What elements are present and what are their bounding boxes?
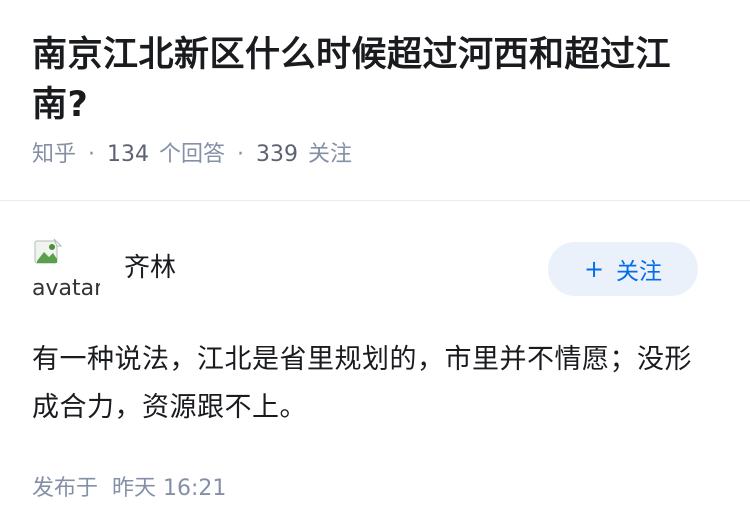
plus-icon: +	[583, 255, 605, 283]
meta-separator: ·	[237, 142, 245, 167]
follow-button-label: 关注	[616, 259, 663, 285]
follower-count: 339	[256, 142, 299, 167]
author-row: avatar 齐林 + 关注	[32, 236, 698, 306]
section-divider	[0, 200, 750, 201]
answer-content[interactable]: 有一种说法，江北是省里规划的，市里并不情愿；没形成合力，资源跟不上。	[32, 336, 698, 432]
meta-separator: ·	[88, 142, 96, 167]
publish-info: 发布于 昨天 16:21	[32, 474, 698, 504]
site-name[interactable]: 知乎	[32, 140, 76, 170]
broken-image-icon	[34, 238, 62, 264]
publish-time: 昨天 16:21	[112, 476, 227, 501]
publish-label: 发布于	[32, 476, 99, 501]
answer-count: 134	[107, 142, 150, 167]
author-name[interactable]: 齐林	[124, 250, 176, 286]
answer-count-label: 个回答	[159, 142, 226, 167]
avatar[interactable]: avatar	[32, 236, 100, 300]
follower-count-label: 关注	[308, 142, 353, 167]
answer-card: avatar 齐林 + 关注 有一种说法，江北是省里规划的，市里并不情愿；没形成…	[32, 236, 698, 504]
question-title[interactable]: 南京江北新区什么时候超过河西和超过江南?	[32, 30, 718, 130]
avatar-alt-text: avatar	[32, 276, 100, 300]
question-header: 南京江北新区什么时候超过河西和超过江南? 知乎 · 134 个回答 · 339 …	[0, 0, 750, 170]
follow-button[interactable]: + 关注	[548, 242, 698, 296]
question-meta: 知乎 · 134 个回答 · 339 关注	[32, 140, 718, 170]
